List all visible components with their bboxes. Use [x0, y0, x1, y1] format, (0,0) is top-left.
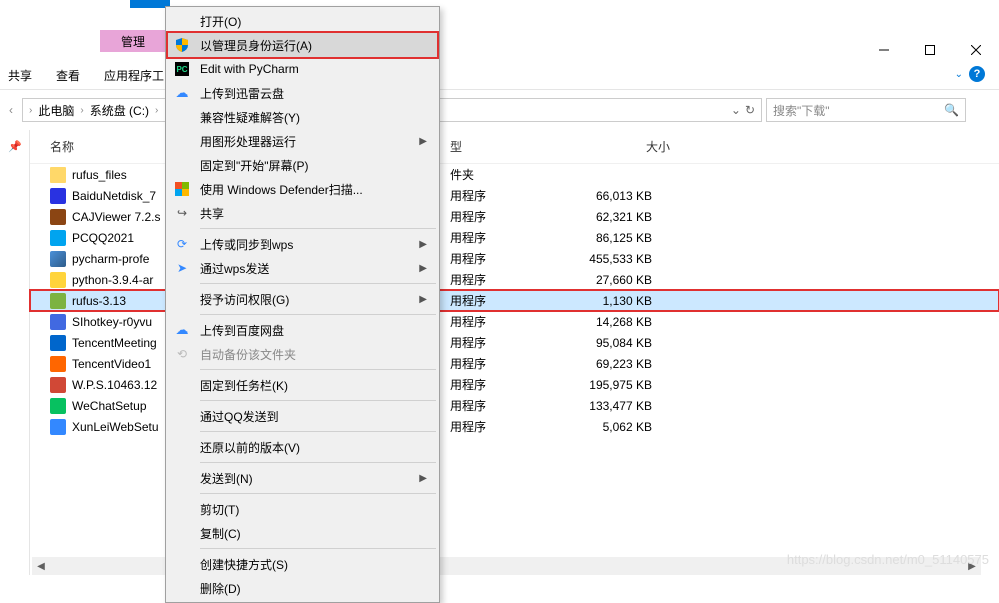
- file-icon: [50, 188, 66, 204]
- file-size: 195,975 KB: [570, 378, 652, 392]
- file-type: 用程序: [450, 355, 570, 372]
- chevron-right-icon: ▶: [419, 239, 427, 250]
- menu-defender[interactable]: 使用 Windows Defender扫描...: [168, 177, 437, 201]
- menu-restore[interactable]: 还原以前的版本(V): [168, 435, 437, 459]
- file-size: 133,477 KB: [570, 399, 652, 413]
- chevron-right-icon: ›: [155, 105, 158, 116]
- menu-compat[interactable]: 兼容性疑难解答(Y): [168, 105, 437, 129]
- file-type: 用程序: [450, 376, 570, 393]
- file-icon: [50, 377, 66, 393]
- maximize-button[interactable]: [907, 35, 953, 65]
- menu-shortcut[interactable]: 创建快捷方式(S): [168, 552, 437, 576]
- chevron-down-icon[interactable]: ⌄: [731, 103, 741, 117]
- file-type: 用程序: [450, 292, 570, 309]
- backup-icon: ⟲: [172, 346, 192, 362]
- watermark: https://blog.csdn.net/m0_51140575: [787, 552, 989, 567]
- breadcrumb-drive[interactable]: 系统盘 (C:): [90, 102, 149, 119]
- send-icon: ➤: [172, 260, 192, 276]
- context-menu: 打开(O) 以管理员身份运行(A) PCEdit with PyCharm ☁上…: [165, 6, 440, 603]
- help-icon[interactable]: ?: [969, 66, 985, 82]
- breadcrumb-pc[interactable]: 此电脑: [38, 102, 74, 119]
- menu-pin-taskbar[interactable]: 固定到任务栏(K): [168, 373, 437, 397]
- file-size: 95,084 KB: [570, 336, 652, 350]
- file-type: 用程序: [450, 418, 570, 435]
- share-icon: ↪: [172, 205, 192, 221]
- menu-share[interactable]: ↪共享: [168, 201, 437, 225]
- menu-qq-send[interactable]: 通过QQ发送到: [168, 404, 437, 428]
- column-header-size[interactable]: 大小: [570, 138, 670, 155]
- file-size: 69,223 KB: [570, 357, 652, 371]
- file-type: 用程序: [450, 313, 570, 330]
- file-type: 用程序: [450, 187, 570, 204]
- pin-icon[interactable]: 📌: [0, 140, 29, 153]
- file-icon: [50, 398, 66, 414]
- menu-delete[interactable]: 删除(D): [168, 576, 437, 600]
- chevron-right-icon: ▶: [419, 473, 427, 484]
- file-type: 件夹: [450, 166, 570, 183]
- file-size: 1,130 KB: [570, 294, 652, 308]
- file-size: 66,013 KB: [570, 189, 652, 203]
- chevron-right-icon: ›: [29, 105, 32, 116]
- chevron-right-icon: ▶: [419, 263, 427, 274]
- chevron-right-icon: ›: [80, 105, 83, 116]
- menu-wps-sync[interactable]: ⟳上传或同步到wps▶: [168, 232, 437, 256]
- close-button[interactable]: [953, 35, 999, 65]
- menu-graphics[interactable]: 用图形处理器运行▶: [168, 129, 437, 153]
- file-icon: [50, 230, 66, 246]
- cloud-upload-icon: ☁: [172, 322, 192, 338]
- menu-auto-backup: ⟲自动备份该文件夹: [168, 342, 437, 366]
- file-icon: [50, 293, 66, 309]
- search-icon[interactable]: 🔍: [944, 103, 959, 117]
- defender-icon: [172, 181, 192, 197]
- nav-back-icon[interactable]: ‹: [4, 103, 18, 117]
- menu-run-as-admin[interactable]: 以管理员身份运行(A): [168, 33, 437, 57]
- menu-open[interactable]: 打开(O): [168, 9, 437, 33]
- chevron-right-icon: ▶: [419, 294, 427, 305]
- menu-edit-pycharm[interactable]: PCEdit with PyCharm: [168, 57, 437, 81]
- file-icon: [50, 335, 66, 351]
- file-icon: [50, 419, 66, 435]
- minimize-button[interactable]: [861, 35, 907, 65]
- file-icon: [50, 209, 66, 225]
- sync-icon: ⟳: [172, 236, 192, 252]
- file-icon: [50, 314, 66, 330]
- file-size: 14,268 KB: [570, 315, 652, 329]
- scroll-left-icon[interactable]: ◀: [32, 557, 50, 575]
- toolbar-view[interactable]: 查看: [56, 67, 80, 84]
- ribbon-expand-icon[interactable]: ⌄: [955, 69, 963, 80]
- file-icon: [50, 167, 66, 183]
- chevron-right-icon: ▶: [419, 136, 427, 147]
- file-size: 62,321 KB: [570, 210, 652, 224]
- pycharm-icon: PC: [172, 61, 192, 77]
- menu-copy[interactable]: 复制(C): [168, 521, 437, 545]
- menu-xunlei-upload[interactable]: ☁上传到迅雷云盘: [168, 81, 437, 105]
- refresh-icon[interactable]: ↻: [745, 103, 755, 117]
- toolbar-apps[interactable]: 应用程序工: [104, 67, 164, 84]
- shield-icon: [172, 37, 192, 53]
- ribbon-tab-manage[interactable]: 管理: [100, 30, 166, 52]
- menu-baidu-upload[interactable]: ☁上传到百度网盘: [168, 318, 437, 342]
- menu-send-to[interactable]: 发送到(N)▶: [168, 466, 437, 490]
- menu-wps-send[interactable]: ➤通过wps发送▶: [168, 256, 437, 280]
- file-size: 455,533 KB: [570, 252, 652, 266]
- search-input[interactable]: 搜索"下载" 🔍: [766, 98, 966, 122]
- cloud-icon: ☁: [172, 85, 192, 101]
- file-type: 用程序: [450, 250, 570, 267]
- file-icon: [50, 272, 66, 288]
- column-header-type[interactable]: 型: [450, 138, 570, 155]
- file-type: 用程序: [450, 334, 570, 351]
- file-type: 用程序: [450, 271, 570, 288]
- menu-pin-start[interactable]: 固定到"开始"屏幕(P): [168, 153, 437, 177]
- file-size: 5,062 KB: [570, 420, 652, 434]
- toolbar-share[interactable]: 共享: [8, 67, 32, 84]
- menu-cut[interactable]: 剪切(T): [168, 497, 437, 521]
- file-type: 用程序: [450, 229, 570, 246]
- menu-grant-access[interactable]: 授予访问权限(G)▶: [168, 287, 437, 311]
- file-size: 86,125 KB: [570, 231, 652, 245]
- file-type: 用程序: [450, 208, 570, 225]
- file-icon: [50, 356, 66, 372]
- file-icon: [50, 251, 66, 267]
- file-size: 27,660 KB: [570, 273, 652, 287]
- file-type: 用程序: [450, 397, 570, 414]
